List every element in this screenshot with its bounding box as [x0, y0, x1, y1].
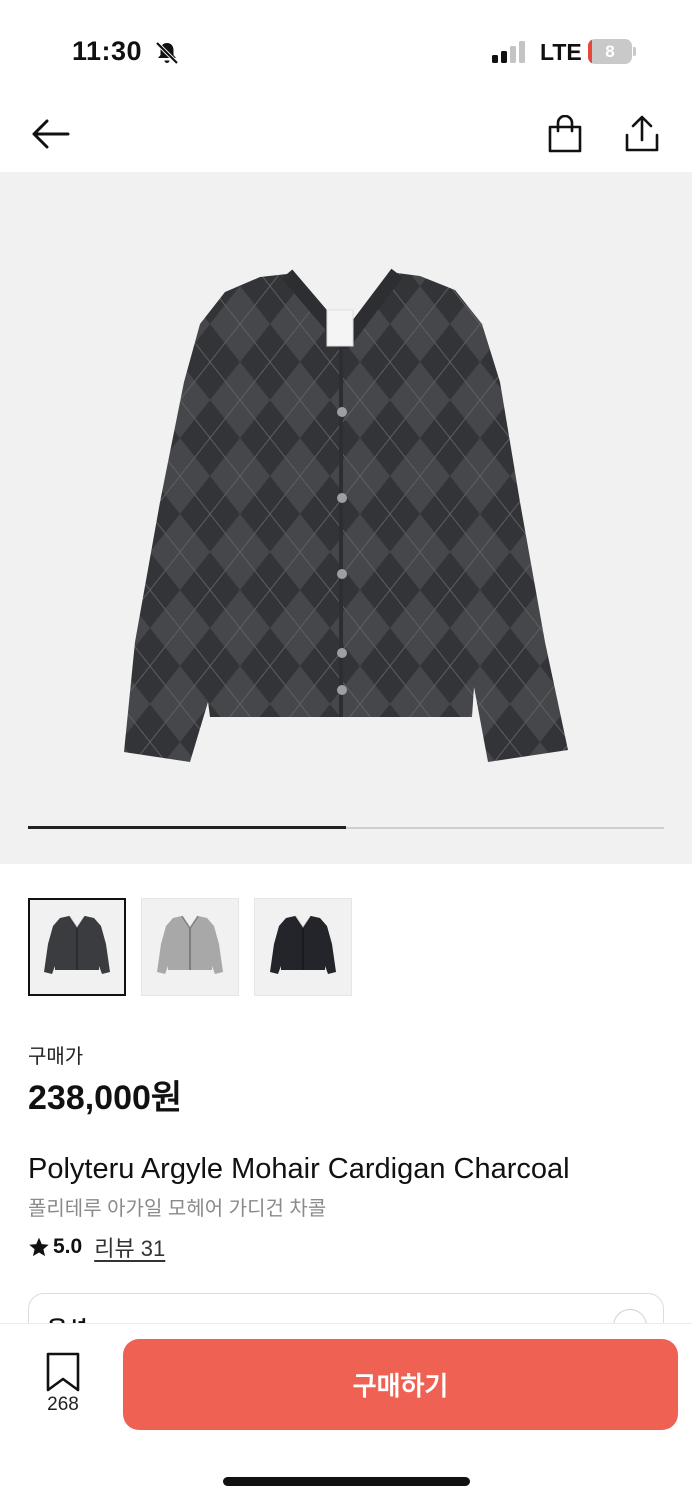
cellular-signal-icon: [492, 41, 525, 63]
price-label: 구매가: [28, 1046, 84, 1068]
share-button[interactable]: [618, 110, 666, 158]
product-image: [124, 268, 568, 762]
gallery-progress-fill: [28, 826, 346, 829]
network-label: LTE: [540, 39, 582, 65]
thumbnail-image: [270, 915, 336, 974]
bottom-action-bar: 268 구매하기: [0, 1323, 692, 1500]
bookmark-button[interactable]: 268: [36, 1352, 90, 1422]
thumbnail-image: [157, 915, 223, 974]
home-indicator: [223, 1477, 470, 1486]
bookmark-count: 268: [47, 1394, 79, 1415]
thumbnail-black[interactable]: [254, 898, 352, 996]
buy-button[interactable]: 구매하기: [123, 1339, 678, 1430]
bell-slash-icon: [155, 41, 179, 65]
status-time: 11:30: [72, 36, 143, 66]
thumbnail-grey[interactable]: [141, 898, 239, 996]
product-image-gallery[interactable]: [0, 172, 692, 864]
rating-value: 5.0: [53, 1235, 83, 1258]
gallery-progress-track: [28, 826, 664, 829]
cart-button[interactable]: [541, 110, 589, 158]
battery-indicator: 8: [588, 39, 636, 64]
thumbnail-image: [44, 915, 110, 974]
bookmark-icon: [46, 1352, 80, 1392]
arrow-left-icon: [32, 119, 70, 149]
shopping-bag-icon: [548, 115, 582, 153]
thumbnail-charcoal[interactable]: [28, 898, 126, 996]
star-icon: [29, 1237, 49, 1257]
product-name-english: Polyteru Argyle Mohair Cardigan Charcoal: [28, 1153, 570, 1185]
thumbnail-list: [28, 898, 352, 998]
status-bar: 11:30 LTE 8: [0, 0, 692, 100]
rating-row: 5.0 리뷰 31: [28, 1232, 165, 1262]
back-button[interactable]: [26, 110, 74, 158]
top-nav-bar: [0, 100, 692, 172]
review-link[interactable]: 리뷰 31: [94, 1231, 165, 1263]
share-icon: [625, 115, 659, 152]
price-value: 238,000원: [28, 1079, 183, 1117]
battery-level: 8: [605, 42, 615, 61]
product-name-korean: 폴리테루 아가일 모헤어 가디건 차콜: [28, 1198, 327, 1220]
